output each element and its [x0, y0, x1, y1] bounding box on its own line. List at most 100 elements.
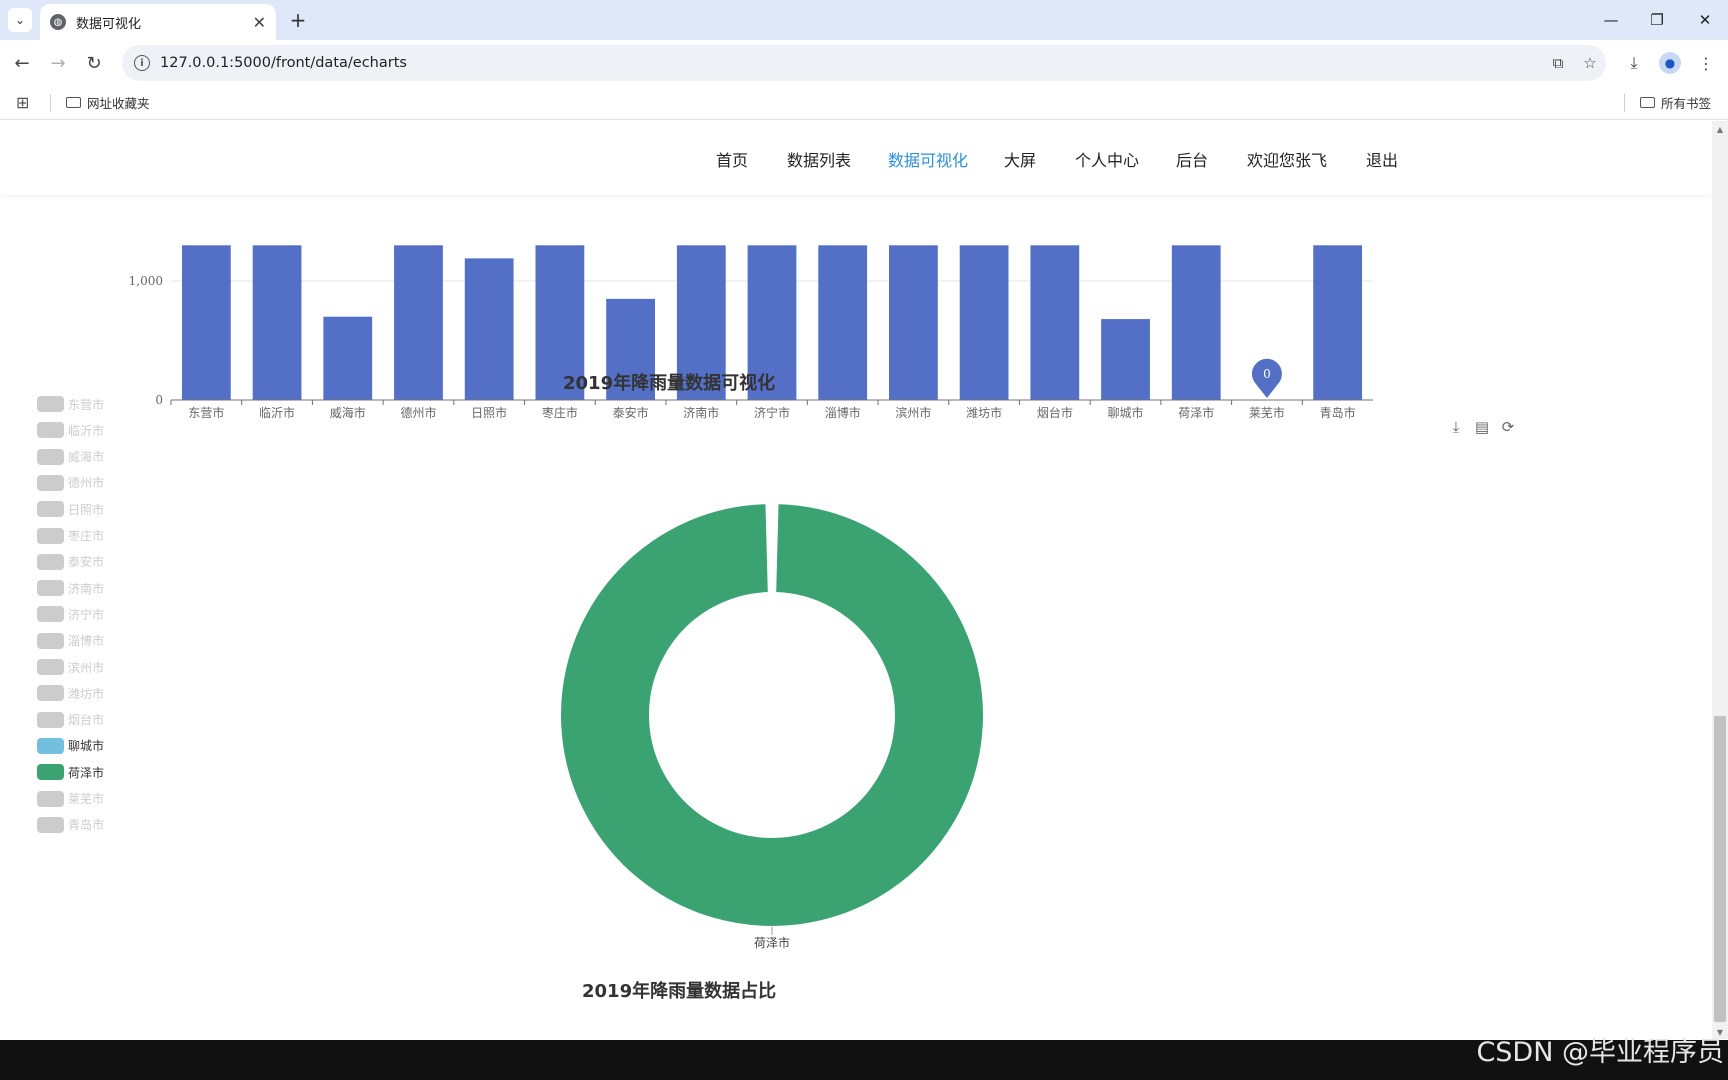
browser-tabstrip: ⌄ ◍ 数据可视化 ✕ + — ❐ ✕: [0, 0, 1728, 40]
x-tick-label: 青岛市: [1320, 405, 1356, 420]
legend-label: 烟台市: [68, 713, 105, 728]
nav-logout[interactable]: 退出: [1366, 147, 1398, 171]
bar-德州市[interactable]: [394, 245, 443, 400]
reload-icon[interactable]: ↻: [80, 49, 108, 77]
legend-item[interactable]: 日照市: [37, 500, 104, 518]
legend-item[interactable]: 滨州市: [37, 658, 104, 676]
legend-swatch: [37, 553, 64, 570]
bar-临沂市[interactable]: [252, 245, 302, 400]
nav-big-screen[interactable]: 大屏: [1004, 147, 1036, 171]
translate-icon[interactable]: ⧉: [1542, 49, 1574, 77]
x-tick-label: 泰安市: [613, 405, 649, 420]
legend-item[interactable]: 淄博市: [37, 632, 104, 650]
legend-label: 潍坊市: [68, 686, 105, 701]
legend-label: 枣庄市: [68, 529, 105, 543]
bar-日照市[interactable]: [464, 258, 514, 400]
download-icon[interactable]: ⤓: [1445, 416, 1467, 438]
bar-威海市[interactable]: [323, 316, 373, 400]
data-view-icon[interactable]: ▤: [1471, 416, 1493, 438]
x-tick-label: 威海市: [330, 405, 366, 420]
legend-swatch: [37, 396, 64, 412]
legend-item[interactable]: 东营市: [37, 395, 104, 413]
nav-welcome-user[interactable]: 欢迎您张飞: [1247, 147, 1327, 171]
legend-item[interactable]: 青岛市: [37, 816, 104, 834]
legend-swatch: [37, 685, 64, 702]
globe-icon: ◍: [50, 14, 66, 30]
bookmark-folder-label: 网址收藏夹: [87, 96, 150, 111]
x-tick-label: 滨州市: [895, 405, 931, 420]
back-icon[interactable]: ←: [8, 49, 36, 77]
bar-青岛市[interactable]: [1313, 245, 1363, 400]
x-tick-label: 淄博市: [825, 405, 861, 420]
legend-swatch: [37, 764, 64, 781]
legend-swatch: [37, 422, 64, 439]
bar-潍坊市[interactable]: [959, 245, 1009, 400]
legend-item[interactable]: 荷泽市: [37, 763, 104, 781]
nav-home[interactable]: 首页: [716, 147, 748, 171]
profile-avatar[interactable]: ●: [1656, 49, 1684, 77]
legend-item[interactable]: 聊城市: [37, 737, 104, 755]
legend-label: 泰安市: [68, 555, 105, 570]
bookmark-folder[interactable]: 网址收藏夹: [66, 93, 150, 112]
page-content: 首页 数据列表 数据可视化 大屏 个人中心 后台 欢迎您张飞 退出 0 1,000…: [0, 121, 1712, 1039]
scrollbar-thumb[interactable]: [1714, 716, 1726, 1022]
legend-item[interactable]: 烟台市: [37, 711, 104, 729]
restore-window-icon[interactable]: ❐: [1640, 6, 1674, 34]
legend-item[interactable]: 枣庄市: [37, 527, 104, 545]
legend-item[interactable]: 潍坊市: [37, 684, 104, 702]
tab-search-icon[interactable]: ⌄: [8, 8, 32, 32]
nav-data-list[interactable]: 数据列表: [787, 147, 851, 171]
scroll-up-icon[interactable]: ▲: [1712, 122, 1728, 136]
address-bar[interactable]: i 127.0.0.1:5000/front/data/echarts ⧉ ☆: [122, 45, 1606, 81]
legend-label: 滨州市: [68, 660, 105, 675]
legend-swatch: [37, 606, 64, 623]
bar-烟台市[interactable]: [1030, 245, 1080, 400]
new-tab-icon[interactable]: +: [284, 6, 312, 34]
x-tick-label: 济宁市: [754, 405, 790, 420]
y-tick-label: 0: [155, 393, 163, 407]
apps-grid-icon[interactable]: ⊞: [16, 93, 29, 112]
legend-item[interactable]: 威海市: [37, 448, 104, 466]
legend-swatch: [37, 816, 64, 833]
legend-item[interactable]: 济南市: [37, 579, 104, 597]
legend-swatch: [37, 580, 64, 597]
bar-荷泽市[interactable]: [1171, 245, 1221, 400]
more-menu-icon[interactable]: ⋮: [1692, 49, 1720, 77]
bar-聊城市[interactable]: [1101, 319, 1150, 400]
legend-swatch: [37, 527, 64, 544]
url-text[interactable]: 127.0.0.1:5000/front/data/echarts: [160, 55, 1542, 71]
close-tab-icon[interactable]: ✕: [253, 13, 266, 32]
x-tick-label: 东营市: [188, 405, 224, 420]
legend-item[interactable]: 莱芜市: [37, 790, 104, 808]
restore-icon[interactable]: ⟳: [1497, 416, 1519, 438]
person-icon: ●: [1659, 52, 1681, 74]
bar-滨州市[interactable]: [889, 245, 938, 400]
forward-icon[interactable]: →: [44, 49, 72, 77]
minimize-icon[interactable]: —: [1594, 6, 1628, 34]
site-info-icon[interactable]: i: [134, 55, 150, 71]
bar-chart-title: 2019年降雨量数据可视化: [563, 373, 776, 394]
legend-swatch: [37, 474, 64, 491]
browser-tab[interactable]: ◍ 数据可视化 ✕: [40, 4, 276, 40]
close-window-icon[interactable]: ✕: [1688, 6, 1722, 34]
nav-profile[interactable]: 个人中心: [1075, 147, 1139, 171]
nav-visualization[interactable]: 数据可视化: [888, 147, 968, 171]
legend-swatch: [37, 790, 64, 807]
pie-slice-荷泽市[interactable]: [559, 502, 985, 928]
legend-swatch: [37, 448, 64, 465]
download-icon[interactable]: ⤓: [1620, 49, 1648, 77]
legend-item[interactable]: 德州市: [37, 474, 104, 492]
legend-item[interactable]: 泰安市: [37, 553, 104, 571]
tab-title: 数据可视化: [76, 16, 142, 32]
legend-swatch: [37, 632, 64, 649]
all-bookmarks[interactable]: 所有书签: [1640, 93, 1711, 112]
bookmark-star-icon[interactable]: ☆: [1574, 49, 1606, 77]
bar-东营市[interactable]: [181, 245, 231, 400]
pie-chart-title: 2019年降雨量数据占比: [582, 981, 777, 1002]
bar-淄博市[interactable]: [818, 245, 868, 400]
y-tick-label: 1,000: [129, 274, 163, 288]
nav-admin[interactable]: 后台: [1176, 147, 1208, 171]
legend-item[interactable]: 济宁市: [37, 605, 104, 623]
watermark-text: CSDN @毕业程序员: [1476, 1037, 1724, 1068]
legend-item[interactable]: 临沂市: [37, 421, 104, 439]
